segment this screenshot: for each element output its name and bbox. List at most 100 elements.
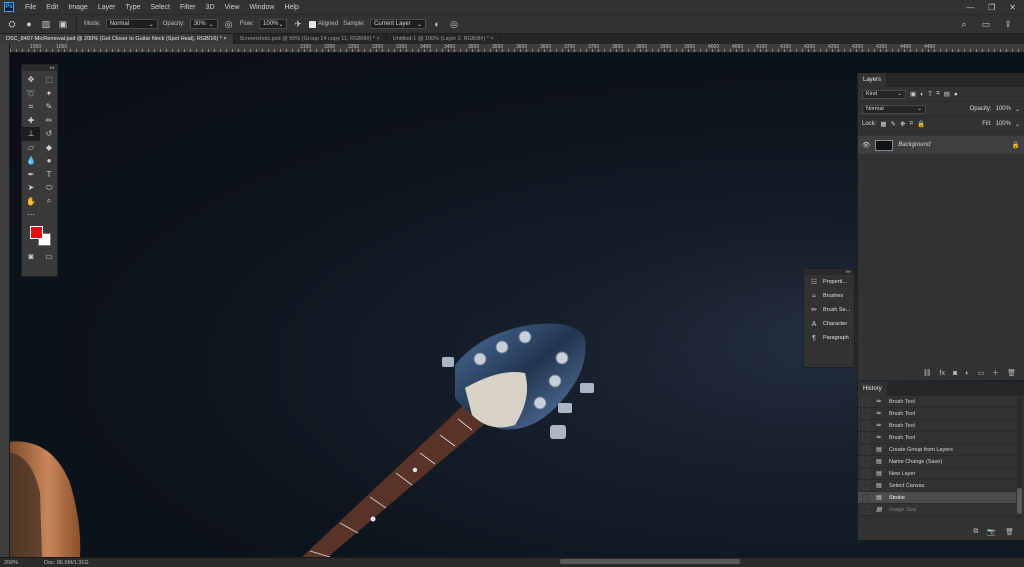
tab-document-1[interactable]: DSC_8497-MicRemoval.psd @ 200% (Get Clos…: [0, 34, 234, 44]
menu-layer[interactable]: Layer: [93, 4, 121, 11]
menu-3d[interactable]: 3D: [201, 4, 220, 11]
clone-source-icon[interactable]: ▣: [57, 18, 69, 30]
clone-stamp-icon[interactable]: ⛭: [6, 18, 18, 30]
shape-filter-icon[interactable]: ⌗: [936, 90, 940, 98]
menu-filter[interactable]: Filter: [175, 4, 201, 11]
pixel-filter-icon[interactable]: ▣: [910, 90, 916, 98]
smart-object-filter-icon[interactable]: ▤: [944, 90, 950, 98]
close-button[interactable]: ✕: [1009, 3, 1016, 12]
mode-select[interactable]: Normal ⌄: [105, 19, 158, 29]
crop-tool-icon[interactable]: ⌗: [22, 100, 40, 114]
history-item-undone[interactable]: ▤ Image Size: [858, 504, 1016, 516]
magic-wand-icon[interactable]: ✦: [40, 87, 58, 101]
paragraph-panel-button[interactable]: ¶ Paragraph: [804, 331, 854, 345]
tab-document-3[interactable]: Untitled-1 @ 100% (Layer 2, RGB/8#) * ×: [387, 34, 501, 44]
dodge-tool-icon[interactable]: ●: [40, 154, 58, 168]
brush-tool-icon[interactable]: ✏: [40, 114, 58, 128]
path-selection-icon[interactable]: ➤: [22, 181, 40, 195]
snapshot-source-box[interactable]: [862, 505, 869, 514]
filter-toggle-icon[interactable]: ●: [954, 91, 958, 98]
lasso-tool-icon[interactable]: ➰: [22, 87, 40, 101]
lock-artboard-icon[interactable]: ⌗: [909, 120, 913, 128]
new-document-from-state-icon[interactable]: ⧉: [973, 528, 978, 536]
minimize-button[interactable]: —: [966, 3, 974, 12]
brush-settings-panel-button[interactable]: ✏ Brush Se...: [804, 303, 854, 317]
type-filter-icon[interactable]: T: [928, 91, 932, 98]
sample-select[interactable]: Current Layer ⌄: [370, 19, 427, 29]
tab-layers[interactable]: Layers: [858, 73, 887, 87]
layer-row-background[interactable]: 👁 Background 🔒: [858, 136, 1024, 154]
history-item[interactable]: ▤ Select Canvas: [858, 480, 1016, 492]
opacity-field[interactable]: 30% ⌄: [189, 19, 218, 29]
history-item[interactable]: ✏ Brush Tool: [858, 408, 1016, 420]
snapshot-source-box[interactable]: [862, 421, 869, 430]
history-item[interactable]: ✏ Brush Tool: [858, 432, 1016, 444]
type-tool-icon[interactable]: T: [40, 168, 58, 182]
brush-preset-picker-icon[interactable]: ●: [23, 18, 35, 30]
eraser-icon[interactable]: ▱: [22, 141, 40, 155]
horizontal-scrollbar[interactable]: [560, 559, 740, 564]
history-item[interactable]: ✏ Brush Tool: [858, 396, 1016, 408]
marquee-tool-icon[interactable]: ⬚: [40, 73, 58, 87]
brush-settings-icon[interactable]: ▨: [40, 18, 52, 30]
snapshot-source-box[interactable]: [862, 433, 869, 442]
pressure-opacity-icon[interactable]: ◎: [223, 18, 235, 30]
horizontal-ruler[interactable]: 1000 1050 3150 3200 3250 3300 3350 3400 …: [10, 44, 1024, 53]
clone-stamp-tool-icon[interactable]: ⊥: [22, 127, 40, 141]
screen-mode-icon[interactable]: ▭: [40, 250, 58, 264]
filter-kind-select[interactable]: Kind ⌄: [862, 89, 906, 99]
new-adjustment-icon[interactable]: ◐: [965, 370, 969, 377]
move-tool-icon[interactable]: ✥: [22, 73, 40, 87]
history-brush-icon[interactable]: ↺: [40, 127, 58, 141]
blend-mode-select[interactable]: Normal ⌄: [862, 104, 926, 114]
snapshot-source-box[interactable]: [862, 493, 869, 502]
adjustment-filter-icon[interactable]: ◐: [920, 91, 924, 98]
lock-image-icon[interactable]: ✎: [891, 120, 896, 128]
layer-style-icon[interactable]: fx: [940, 370, 945, 377]
tab-document-2[interactable]: Screenshots.psd @ 50% (Group 14 copy 11,…: [234, 34, 387, 44]
menu-edit[interactable]: Edit: [41, 4, 63, 11]
history-item-selected[interactable]: ▤ Stroke: [858, 492, 1016, 504]
flow-field[interactable]: 100% ⌄: [259, 19, 288, 29]
paint-bucket-icon[interactable]: ◆: [40, 141, 58, 155]
aligned-checkbox[interactable]: Aligned: [309, 20, 338, 28]
airbrush-icon[interactable]: ✈: [292, 18, 304, 30]
pen-tool-icon[interactable]: ✒: [22, 168, 40, 182]
workspace-icon[interactable]: ▭: [980, 18, 992, 30]
add-mask-icon[interactable]: ◙: [953, 370, 957, 377]
snapshot-source-box[interactable]: [862, 397, 869, 406]
delete-layer-icon[interactable]: 🗑: [1007, 369, 1016, 377]
fill-value[interactable]: 100%: [996, 121, 1011, 127]
menu-image[interactable]: Image: [63, 4, 92, 11]
menu-help[interactable]: Help: [279, 4, 303, 11]
menu-view[interactable]: View: [220, 4, 245, 11]
hand-tool-icon[interactable]: ✋: [22, 195, 40, 209]
delete-state-icon[interactable]: 🗑: [1005, 528, 1014, 536]
menu-window[interactable]: Window: [245, 4, 280, 11]
history-item[interactable]: ▤ Name Change (Save): [858, 456, 1016, 468]
camera-icon[interactable]: 📷: [987, 528, 996, 536]
snapshot-source-box[interactable]: [862, 457, 869, 466]
vertical-ruler[interactable]: [0, 44, 10, 557]
restore-button[interactable]: ❐: [988, 3, 995, 12]
healing-brush-icon[interactable]: ✚: [22, 114, 40, 128]
ignore-adjustment-layers-icon[interactable]: ◐: [431, 18, 443, 30]
history-scrollbar[interactable]: [1017, 398, 1022, 518]
quick-mask-icon[interactable]: ◙: [22, 250, 40, 264]
tab-history[interactable]: History: [858, 382, 887, 396]
new-group-icon[interactable]: ▭: [977, 369, 984, 377]
history-item[interactable]: ▤ Create Group from Layers: [858, 444, 1016, 456]
zoom-level[interactable]: 200%: [4, 560, 44, 566]
snapshot-source-box[interactable]: [862, 445, 869, 454]
new-layer-icon[interactable]: ＋: [992, 368, 999, 378]
search-icon[interactable]: ⌕: [958, 18, 970, 30]
history-item[interactable]: ▤ New Layer: [858, 468, 1016, 480]
brushes-panel-button[interactable]: ≈ Brushes: [804, 289, 854, 303]
lock-position-icon[interactable]: ✥: [900, 120, 905, 128]
character-panel-button[interactable]: A Character: [804, 317, 854, 331]
eyedropper-icon[interactable]: ✎: [40, 100, 58, 114]
more-tools-icon[interactable]: ⋯: [22, 208, 40, 222]
zoom-tool-icon[interactable]: ⌕: [40, 195, 58, 209]
visibility-eye-icon[interactable]: 👁: [862, 141, 870, 149]
pressure-size-icon[interactable]: ◎: [448, 18, 460, 30]
